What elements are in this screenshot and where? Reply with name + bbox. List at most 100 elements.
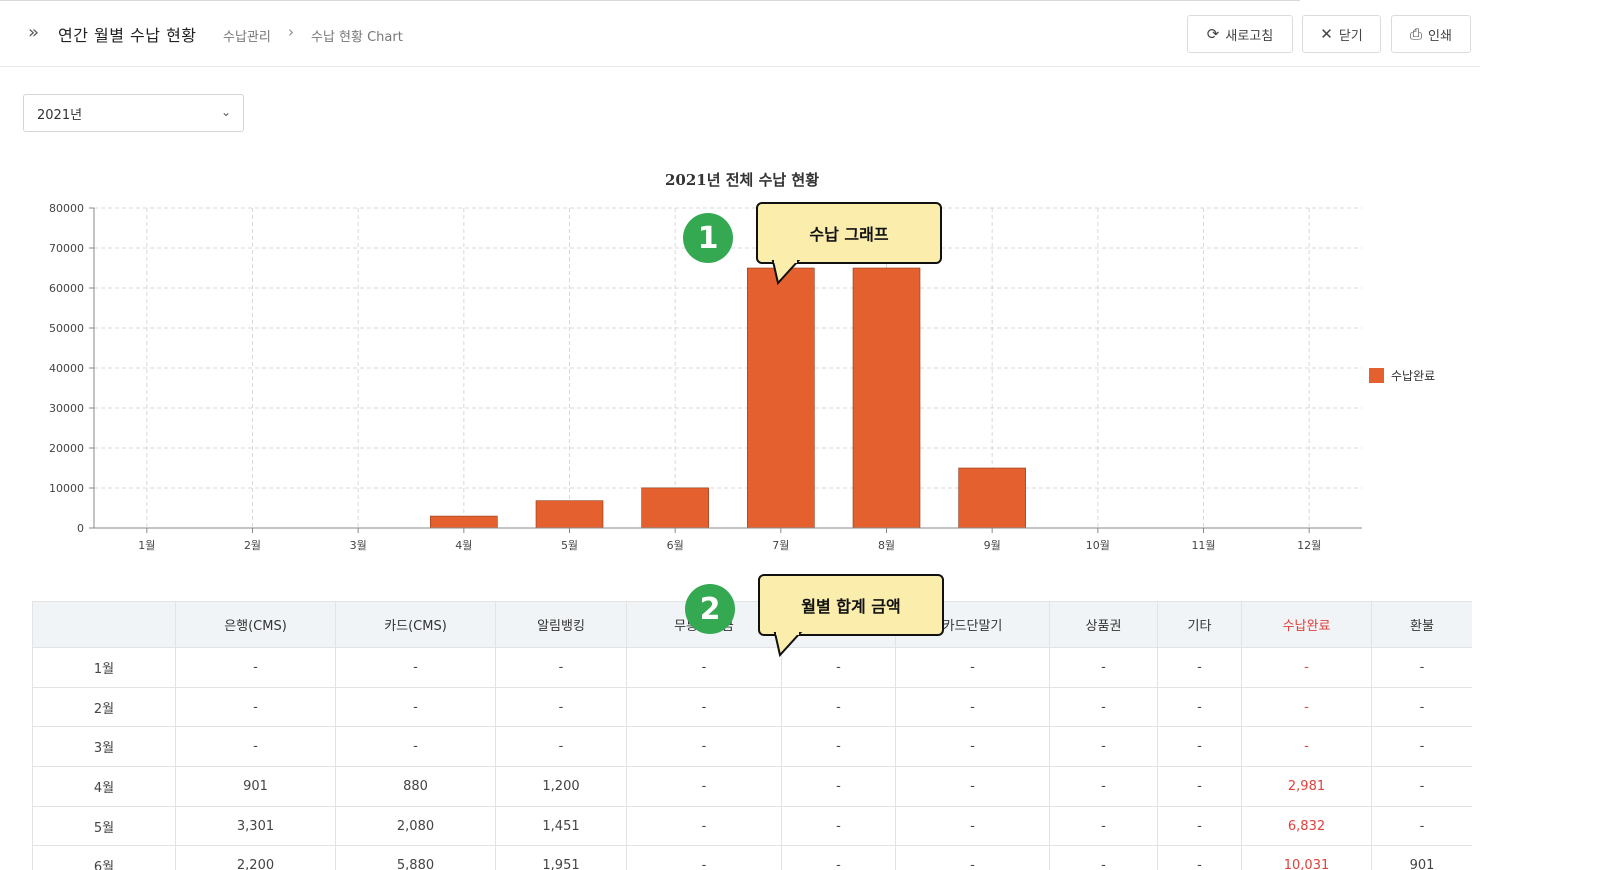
row-month-cell: 2월 xyxy=(32,686,176,728)
chart-legend[interactable]: 수납완료 xyxy=(1369,368,1435,383)
table-cell: - xyxy=(1371,805,1472,847)
row-month-cell: 5월 xyxy=(32,805,176,847)
table-cell: - xyxy=(1157,647,1242,688)
table-cell: 901 xyxy=(1371,845,1472,870)
year-select[interactable]: 2021년 ⌄ xyxy=(23,94,244,132)
table-cell: - xyxy=(175,726,336,768)
menu-toggle-icon[interactable]: » xyxy=(28,22,39,43)
table-cell: - xyxy=(895,766,1050,807)
callout-2-tail xyxy=(773,632,803,658)
table-cell: - xyxy=(335,686,496,728)
table-cell: 2,981 xyxy=(1241,766,1372,807)
table-cell: - xyxy=(175,686,336,728)
table-cell: 10,031 xyxy=(1241,845,1372,870)
column-header: 카드(CMS) xyxy=(335,601,496,648)
breadcrumb-item[interactable]: 수납관리 xyxy=(223,26,271,45)
x-tick-label: 3월 xyxy=(350,539,367,552)
x-tick-label: 6월 xyxy=(667,539,684,552)
y-axis: 0 10000 20000 30000 40000 50000 60000 70000 8000… xyxy=(49,202,95,535)
breadcrumb-item[interactable]: 수납 현황 Chart xyxy=(311,26,403,45)
page-header: » 연간 월별 수납 현황 수납관리 › 수납 현황 Chart ⟳ 새로고침 … xyxy=(0,0,1480,67)
y-tick-label: 20000 xyxy=(49,442,84,455)
x-tick-label: 10월 xyxy=(1086,539,1110,552)
bar-6월 xyxy=(641,487,709,529)
x-tick-label: 11월 xyxy=(1191,539,1215,552)
print-button[interactable]: ⎙ 인쇄 xyxy=(1391,15,1471,53)
row-month-cell: 3월 xyxy=(32,726,176,768)
table-cell: 3,301 xyxy=(175,805,336,847)
chart: 2021년 전체 수납 현황 0 10000 20000 30000 40000 5000… xyxy=(49,171,1435,552)
table-cell: - xyxy=(626,766,782,807)
table-cell: - xyxy=(895,805,1050,847)
callout-1-tail xyxy=(771,260,801,286)
app-root: » 연간 월별 수납 현황 수납관리 › 수납 현황 Chart ⟳ 새로고침 … xyxy=(0,0,1600,870)
column-header: 은행(CMS) xyxy=(175,601,336,648)
y-tick-label: 30000 xyxy=(49,402,84,415)
table-cell: - xyxy=(626,647,782,688)
table-cell: - xyxy=(1157,766,1242,807)
y-tick-label: 0 xyxy=(77,522,84,535)
table-cell: - xyxy=(1371,686,1472,728)
close-button[interactable]: ✕ 닫기 xyxy=(1302,15,1381,53)
y-tick-label: 10000 xyxy=(49,482,84,495)
table-cell: - xyxy=(1049,686,1158,728)
table-cell: - xyxy=(1371,647,1472,688)
x-tick-label: 9월 xyxy=(984,539,1001,552)
table-cell: 6,832 xyxy=(1241,805,1372,847)
table-row: 2월 - - - - - - - - - - xyxy=(32,686,1472,728)
x-tick-label: 4월 xyxy=(455,539,472,552)
table-header-row: 은행(CMS)카드(CMS)알림뱅킹무통장입금카드단말기상품권기타수납완료환불 xyxy=(32,601,1472,648)
y-tick-label: 50000 xyxy=(49,322,84,335)
table-cell: - xyxy=(1049,766,1158,807)
chevron-right-icon: › xyxy=(288,23,294,41)
column-header xyxy=(32,601,176,648)
table-cell: - xyxy=(1371,766,1472,807)
table-cell: 2,080 xyxy=(335,805,496,847)
print-button-label: 인쇄 xyxy=(1428,28,1452,44)
table-row: 3월 - - - - - - - - - - xyxy=(32,726,1472,768)
x-tick-label: 7월 xyxy=(772,539,789,552)
table-cell: - xyxy=(895,647,1050,688)
table-cell: - xyxy=(1241,726,1372,768)
table-cell: - xyxy=(626,686,782,728)
row-month-cell: 1월 xyxy=(32,647,176,688)
table-cell: 1,200 xyxy=(495,766,627,807)
callout-badge-1: 1 xyxy=(683,213,733,263)
table-body: 1월 - - - - - - - - - -2월 - - - - - - - - - -3월 - - - - - - - - - -4월 90… xyxy=(32,647,1472,870)
table-cell: - xyxy=(781,805,896,847)
callout-2: 월별 합계 금액 xyxy=(758,574,944,636)
table-cell: - xyxy=(781,766,896,807)
table-cell: - xyxy=(495,686,627,728)
row-month-cell: 6월 xyxy=(32,845,176,870)
x-tick-label: 5월 xyxy=(561,539,578,552)
table-cell: - xyxy=(895,726,1050,768)
year-select-value: 2021년 xyxy=(37,107,83,123)
bar-4월 xyxy=(430,515,498,529)
table-cell: - xyxy=(1157,845,1242,870)
y-tick-label: 60000 xyxy=(49,282,84,295)
bar-9월 xyxy=(958,467,1026,529)
table-cell: - xyxy=(626,845,782,870)
table-cell: - xyxy=(626,726,782,768)
callout-badge-2: 2 xyxy=(685,584,735,634)
table-cell: - xyxy=(1157,805,1242,847)
table-cell: - xyxy=(1049,805,1158,847)
x-tick-label: 2월 xyxy=(244,539,261,552)
chart-bars xyxy=(430,267,1026,529)
table-cell: - xyxy=(175,647,336,688)
table-cell: - xyxy=(495,647,627,688)
table-cell: - xyxy=(781,726,896,768)
close-icon: ✕ xyxy=(1320,25,1333,43)
table-cell: - xyxy=(1157,686,1242,728)
table-cell: 5,880 xyxy=(335,845,496,870)
table-row: 6월 2,200 5,880 1,951- - - - -10,031 901 xyxy=(32,845,1472,870)
table-cell: 880 xyxy=(335,766,496,807)
monthly-table: 은행(CMS)카드(CMS)알림뱅킹무통장입금카드단말기상품권기타수납완료환불 … xyxy=(32,601,1472,870)
column-header: 상품권 xyxy=(1049,601,1158,648)
refresh-button[interactable]: ⟳ 새로고침 xyxy=(1187,15,1293,53)
table-cell: - xyxy=(1049,726,1158,768)
y-tick-label: 70000 xyxy=(49,242,84,255)
bar-7월 xyxy=(747,267,815,529)
table-cell: - xyxy=(1371,726,1472,768)
x-axis: 1월 2월 3월 4월 5월 6월 7월 8월 9월 10월 11월 12월 xyxy=(94,527,1362,552)
